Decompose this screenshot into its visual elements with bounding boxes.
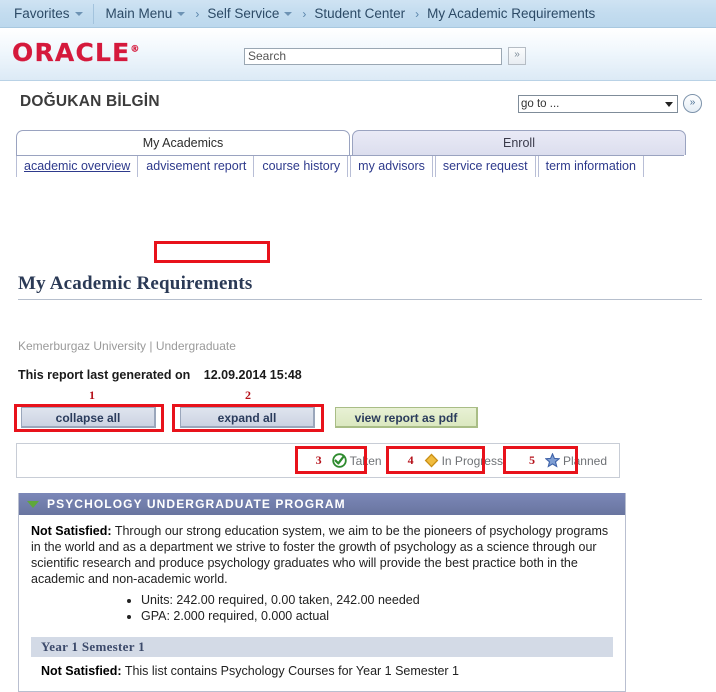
annotation-number-1: 1 — [89, 388, 95, 402]
report-generated-line: This report last generated on 12.09.2014… — [18, 368, 302, 382]
subtab-course-history-label: course history — [262, 159, 341, 173]
subtab-service-request-label: service request — [442, 159, 528, 173]
page-title: My Academic Requirements — [18, 273, 253, 294]
chevron-down-icon — [177, 11, 186, 16]
oracle-logo: ORACLE® — [12, 38, 140, 67]
nav-main-menu-label: Main Menu — [105, 6, 173, 21]
subtab-term-information[interactable]: term information — [537, 156, 644, 177]
subtab-advisement-report-label: advisement report — [146, 159, 247, 173]
nav-divider — [92, 3, 94, 24]
subtab-academic-overview-label: academic overview — [24, 159, 131, 173]
subtab-term-information-label: term information — [545, 159, 636, 173]
subtab-course-history[interactable]: course history — [254, 156, 349, 177]
top-navigation-bar: Favorites Main Menu › Self Service › Stu… — [0, 0, 716, 28]
list-item: GPA: 2.000 required, 0.000 actual — [141, 609, 613, 624]
legend-item-in-progress: In Progress — [420, 451, 507, 470]
breadcrumb-my-academic-requirements: My Academic Requirements — [421, 6, 601, 21]
chevron-down-icon — [665, 101, 673, 107]
nav-main-menu[interactable]: Main Menu — [100, 6, 192, 21]
chevron-down-icon — [284, 11, 293, 16]
subsection-body: Not Satisfied: This list contains Psycho… — [31, 657, 613, 689]
subsection-title: Year 1 Semester 1 — [31, 637, 613, 657]
breadcrumb-separator-icon: › — [415, 6, 420, 21]
breadcrumb-self-service[interactable]: Self Service — [201, 6, 298, 21]
subsection-status-label: Not Satisfied: — [41, 664, 122, 678]
student-name: DOĞUKAN BİLGİN — [20, 93, 160, 110]
report-generated-label: This report last generated on — [18, 368, 191, 382]
blue-star-icon — [544, 452, 561, 468]
search-input[interactable] — [244, 47, 502, 65]
legend-item-taken: Taken — [328, 451, 386, 470]
goto-area: go to ... » — [518, 94, 702, 113]
status-legend-items: 3 Taken 4 In Progress 5 Planned — [316, 444, 611, 477]
sub-tabs: academic overview advisement report cour… — [16, 155, 684, 177]
goto-select[interactable]: go to ... — [518, 94, 678, 113]
goto-go-button[interactable]: » — [683, 94, 702, 113]
breadcrumb-student-center[interactable]: Student Center — [308, 6, 411, 21]
main-tabs: My Academics Enroll — [16, 130, 686, 155]
program-panel-header[interactable]: PSYCHOLOGY UNDERGRADUATE PROGRAM — [19, 493, 625, 515]
tab-enroll-label: Enroll — [503, 136, 535, 150]
subtab-my-advisors[interactable]: my advisors — [350, 156, 433, 177]
legend-item-planned-label: Planned — [562, 453, 607, 468]
program-requirement-panel: PSYCHOLOGY UNDERGRADUATE PROGRAM Not Sat… — [18, 493, 626, 692]
collapse-triangle-icon[interactable] — [27, 500, 39, 508]
annotation-number-2: 2 — [245, 388, 251, 402]
subtab-academic-overview[interactable]: academic overview — [16, 156, 139, 177]
breadcrumb-separator-icon: › — [302, 6, 307, 21]
program-requirement-list: Units: 242.00 required, 0.00 taken, 242.… — [31, 593, 613, 624]
annotation-number-3: 3 — [315, 453, 322, 467]
subtab-advisement-report[interactable]: advisement report — [138, 156, 255, 177]
legend-item-in-progress-label: In Progress — [441, 453, 503, 468]
breadcrumb-self-service-label: Self Service — [207, 6, 280, 21]
annotation-number-4: 4 — [407, 453, 414, 467]
collapse-all-button[interactable]: collapse all — [21, 407, 156, 428]
program-panel-body: Not Satisfied: Through our strong educat… — [19, 515, 625, 691]
goto-select-value: go to ... — [521, 97, 560, 110]
status-legend: 3 Taken 4 In Progress 5 Planned — [16, 443, 620, 478]
tab-enroll[interactable]: Enroll — [352, 130, 686, 155]
annotation-box-advisement-report — [154, 241, 270, 263]
chevron-down-icon — [74, 11, 83, 16]
breadcrumb-student-center-label: Student Center — [314, 6, 406, 21]
program-description: Through our strong education system, we … — [31, 524, 609, 586]
breadcrumb-my-academic-requirements-label: My Academic Requirements — [427, 6, 596, 21]
annotation-number-5: 5 — [528, 453, 535, 467]
search-go-button[interactable]: » — [508, 47, 526, 65]
report-generated-value: 12.09.2014 15:48 — [203, 368, 302, 382]
list-item: Units: 242.00 required, 0.00 taken, 242.… — [141, 593, 613, 608]
gold-diamond-icon — [424, 453, 439, 468]
subtab-service-request[interactable]: service request — [434, 156, 536, 177]
expand-all-button[interactable]: expand all — [180, 407, 315, 428]
nav-favorites[interactable]: Favorites — [8, 6, 89, 21]
tab-my-academics[interactable]: My Academics — [16, 130, 350, 155]
subsection-description: This list contains Psychology Courses fo… — [124, 664, 459, 678]
oracle-logo-text: ORACLE — [12, 38, 131, 67]
nav-favorites-label: Favorites — [14, 6, 70, 21]
legend-item-planned: Planned — [541, 451, 611, 470]
breadcrumb-separator-icon: › — [195, 6, 200, 21]
title-divider — [18, 299, 702, 300]
program-panel-title: PSYCHOLOGY UNDERGRADUATE PROGRAM — [47, 497, 346, 511]
institution-career-line: Kemerburgaz University | Undergraduate — [18, 339, 236, 353]
legend-item-taken-label: Taken — [349, 453, 382, 468]
view-report-as-pdf-button[interactable]: view report as pdf — [335, 407, 478, 428]
trademark-icon: ® — [130, 44, 140, 55]
search-area: » — [244, 47, 526, 65]
tab-my-academics-label: My Academics — [142, 136, 224, 150]
program-status-label: Not Satisfied: — [31, 524, 112, 538]
green-check-circle-icon — [331, 453, 347, 468]
subtab-my-advisors-label: my advisors — [358, 159, 425, 173]
